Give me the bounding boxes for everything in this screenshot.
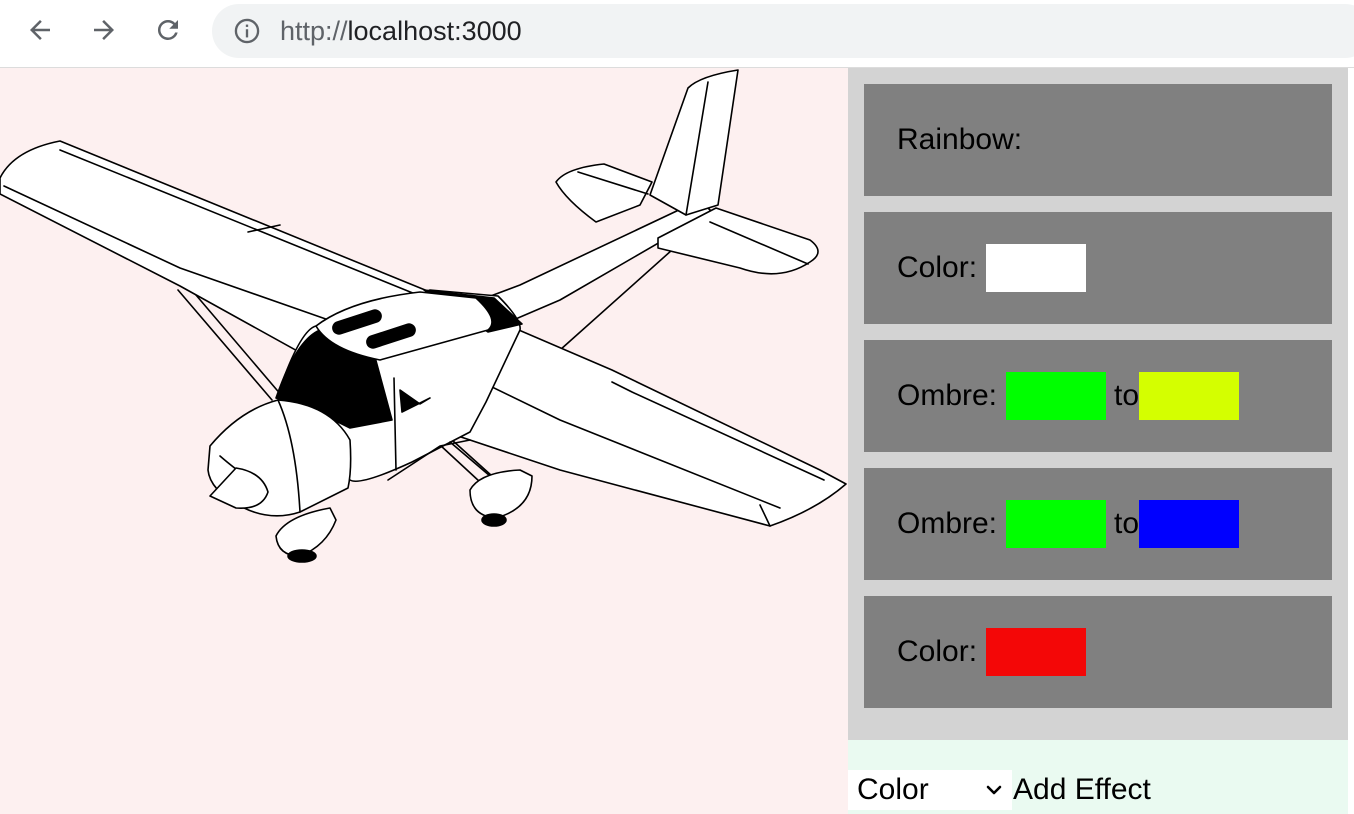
forward-arrow-icon[interactable] [86,12,122,48]
back-arrow-icon[interactable] [22,12,58,48]
add-effect-button[interactable]: Add Effect [1013,770,1151,810]
address-bar[interactable]: http://localhost:3000 [212,4,1354,58]
nose-wheel [287,549,317,563]
effect-label: Rainbow: [897,123,1023,156]
left-stabilizer [555,163,653,223]
color-swatch[interactable] [986,244,1087,292]
ombre-end-swatch[interactable] [1139,500,1240,548]
main-gear-fairing [469,469,533,519]
effect-label: Color: [897,251,978,284]
ombre-start-swatch[interactable] [1006,372,1107,420]
effect-type-select-value: Color [857,773,929,806]
wing-strut [439,439,493,483]
effect-card-ombre[interactable]: Ombre: to [864,340,1332,452]
ombre-to-label: to [1114,507,1140,540]
url-text: http://localhost:3000 [280,16,522,47]
url-scheme: http:// [280,15,348,46]
chevron-down-icon [986,785,1002,795]
airplane-canvas[interactable] [0,68,848,814]
effects-panel: Rainbow: Color: Ombre: to Ombre: to Colo… [848,68,1348,740]
effect-label: Ombre: [897,507,998,540]
effect-label: Color: [897,635,978,668]
effect-label: Ombre: [897,379,998,412]
reload-icon[interactable] [150,12,186,48]
effect-card-rainbow[interactable]: Rainbow: [864,84,1332,196]
info-icon[interactable] [232,16,262,46]
effect-card-color[interactable]: Color: [864,212,1332,324]
browser-toolbar: http://localhost:3000 [0,0,1354,68]
color-swatch[interactable] [986,628,1087,676]
effect-type-select[interactable]: Color [848,770,1012,810]
ombre-to-label: to [1114,379,1140,412]
main-wheel [481,513,507,527]
url-host: localhost:3000 [347,15,522,46]
ombre-start-swatch[interactable] [1006,500,1107,548]
effect-card-ombre[interactable]: Ombre: to [864,468,1332,580]
controls-bar: Color Add Effect [848,740,1348,814]
ombre-end-swatch[interactable] [1139,372,1240,420]
vertical-fin [649,69,739,216]
effect-card-color[interactable]: Color: [864,596,1332,708]
airplane-drawing[interactable] [0,68,848,814]
